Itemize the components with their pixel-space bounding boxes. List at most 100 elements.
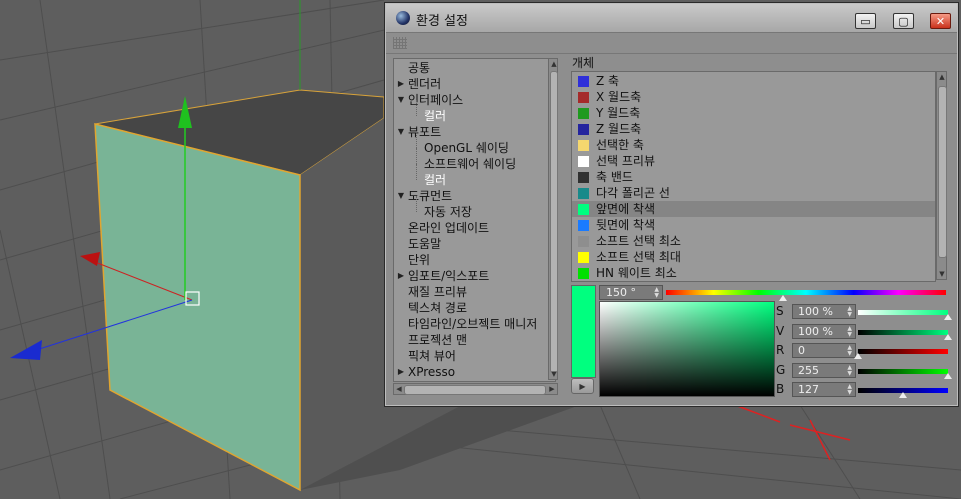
color-swatch xyxy=(578,236,589,247)
spinner-icon[interactable]: ▲ ▼ xyxy=(847,345,852,357)
picker-mode-button[interactable]: ▶ xyxy=(571,378,594,394)
param-label: R xyxy=(776,343,785,357)
tree-item[interactable]: 픽쳐 뷰어 xyxy=(408,348,456,364)
spinner-icon[interactable]: ▲ ▼ xyxy=(847,364,852,377)
color-swatch xyxy=(578,156,589,167)
scroll-down-icon[interactable]: ▼ xyxy=(937,269,947,279)
param-slider[interactable] xyxy=(858,329,948,335)
spinner-icon[interactable]: ▲ ▼ xyxy=(847,384,852,396)
param-slider[interactable] xyxy=(858,368,948,374)
param-input[interactable]: 255 ▲ ▼ xyxy=(792,362,856,378)
scroll-right-icon[interactable]: ▶ xyxy=(547,384,557,394)
close-button[interactable]: ✕ xyxy=(930,13,951,29)
tree-expanded-icon[interactable]: ▼ xyxy=(396,92,406,108)
tree-horizontal-scrollbar[interactable]: ◀ ▶ xyxy=(393,383,558,395)
color-list-scrollbar[interactable]: ▲ ▼ xyxy=(936,71,947,280)
tree-item[interactable]: 렌더러 xyxy=(408,76,441,92)
color-list-item[interactable]: 다각 폴리곤 선 xyxy=(572,185,935,201)
tree-item[interactable]: OpenGL 쉐이딩 xyxy=(424,140,509,156)
tree-item[interactable]: 타임라인/오브젝트 매니저 xyxy=(408,316,537,332)
param-slider-marker[interactable] xyxy=(944,372,952,379)
scroll-left-icon[interactable]: ◀ xyxy=(394,384,404,394)
param-label: S xyxy=(776,304,784,318)
title-bar[interactable]: 환경 설정 ▭ ▢ ✕ xyxy=(386,4,957,33)
close-icon: ✕ xyxy=(935,14,946,28)
color-item-label: 소프트 선택 최대 xyxy=(596,250,681,264)
tree-item[interactable]: 온라인 업데이트 xyxy=(408,220,489,236)
color-list-item[interactable]: 축 밴드 xyxy=(572,169,935,185)
param-slider-marker[interactable] xyxy=(944,314,952,320)
tree-item[interactable]: 프로젝션 맨 xyxy=(408,332,467,348)
spinner-icon[interactable]: ▲ ▼ xyxy=(847,325,852,338)
tree-hscroll-thumb[interactable] xyxy=(404,385,546,395)
tree-expanded-icon[interactable]: ▼ xyxy=(396,124,406,140)
param-slider[interactable] xyxy=(858,310,948,315)
color-list-item[interactable]: 뒷면에 착색 xyxy=(572,217,935,233)
tree-item[interactable]: 텍스쳐 경로 xyxy=(408,300,467,316)
spinner-icon[interactable]: ▲ ▼ xyxy=(847,306,852,318)
param-slider-marker[interactable] xyxy=(898,392,907,398)
tree-item[interactable]: 컬러 xyxy=(424,108,446,124)
section-label: 개체 xyxy=(572,56,595,70)
tree-collapsed-icon[interactable]: ▶ xyxy=(396,76,406,92)
param-input[interactable]: 100 % ▲ ▼ xyxy=(792,323,856,339)
restore-icon: ▢ xyxy=(898,14,909,28)
spinner-icon[interactable]: ▲ ▼ xyxy=(654,287,659,299)
color-list-item[interactable]: 소프트 선택 최대 xyxy=(572,249,935,265)
param-slider-marker[interactable] xyxy=(944,333,952,340)
color-list-item[interactable]: Y 월드축 xyxy=(572,105,935,121)
param-input[interactable]: 127 ▲ ▼ xyxy=(792,382,856,397)
color-list-item[interactable]: 소프트 선택 최소 xyxy=(572,233,935,249)
tree-item[interactable]: 컬러 xyxy=(424,172,446,188)
param-value: 0 xyxy=(798,344,805,357)
tree-item[interactable]: 임포트/익스포트 xyxy=(408,268,489,284)
object-color-list[interactable]: Z 축 X 월드축 Y 월드축 Z 월드축 선택한 축 선택 프리뷰 축 밴드 다각 폴리곤 … xyxy=(571,71,936,282)
color-list-item[interactable]: X 월드축 xyxy=(572,89,935,105)
color-swatch xyxy=(578,204,589,215)
param-input[interactable]: 100 % ▲ ▼ xyxy=(792,304,856,319)
tree-item[interactable]: 단위 xyxy=(408,252,430,268)
tree-collapsed-icon[interactable]: ▶ xyxy=(396,268,406,284)
color-item-label: Z 축 xyxy=(596,74,620,88)
tree-vertical-scrollbar[interactable]: ▲ ▼ xyxy=(548,58,558,380)
tree-item[interactable]: 컨텐츠 브라우저 xyxy=(408,380,489,381)
tree-scroll-thumb[interactable] xyxy=(550,71,558,373)
hue-slider[interactable] xyxy=(666,290,946,295)
window-title: 환경 설정 xyxy=(416,14,468,29)
color-list-item[interactable]: Z 월드축 xyxy=(572,121,935,137)
color-list-item[interactable]: 선택한 축 xyxy=(572,137,935,153)
color-list-item[interactable]: 선택 프리뷰 xyxy=(572,153,935,169)
color-swatch xyxy=(578,172,589,183)
tree-item[interactable]: 뷰포트 xyxy=(408,124,441,140)
tree-item[interactable]: 자동 저장 xyxy=(424,204,472,220)
param-value: 100 % xyxy=(798,324,833,338)
tree-item[interactable]: 재질 프리뷰 xyxy=(408,284,467,300)
panel-grip-icon[interactable] xyxy=(393,37,407,49)
scroll-up-icon[interactable]: ▲ xyxy=(549,59,559,69)
param-slider[interactable] xyxy=(858,349,948,354)
param-slider-marker[interactable] xyxy=(854,353,862,359)
saturation-value-picker[interactable] xyxy=(599,301,775,397)
hue-input[interactable]: 150 ° ▲ ▼ xyxy=(599,285,663,300)
color-list-item[interactable]: Z 축 xyxy=(572,73,935,89)
tree-item[interactable]: 공통 xyxy=(408,60,430,76)
scroll-down-icon[interactable]: ▼ xyxy=(549,369,559,379)
color-swatch xyxy=(578,108,589,119)
tree-item[interactable]: 도움말 xyxy=(408,236,441,252)
tree-item[interactable]: XPresso xyxy=(408,364,455,380)
color-list-item[interactable]: HN 웨이트 최소 xyxy=(572,265,935,281)
tree-expanded-icon[interactable]: ▼ xyxy=(396,188,406,204)
restore-button[interactable]: ▢ xyxy=(893,13,914,29)
hue-slider-marker[interactable] xyxy=(778,295,787,301)
color-list-item[interactable]: 앞면에 착색 xyxy=(572,201,935,217)
scroll-up-icon[interactable]: ▲ xyxy=(937,72,947,82)
color-swatch xyxy=(578,76,589,87)
minimize-button[interactable]: ▭ xyxy=(855,13,876,29)
preferences-tree[interactable]: 공통 ▶ 렌더러 ▼ 인터페이스 컬러 ▼ 뷰포트 OpenGL 쉐이딩 소프트웨어 쉐이딩 컬러 ▼… xyxy=(393,58,556,382)
tree-item[interactable]: 도큐먼트 xyxy=(408,188,452,204)
tree-collapsed-icon[interactable]: ▶ xyxy=(396,364,406,380)
param-input[interactable]: 0 ▲ ▼ xyxy=(792,343,856,358)
color-list-scroll-thumb[interactable] xyxy=(938,86,947,258)
tree-item[interactable]: 소프트웨어 쉐이딩 xyxy=(424,156,516,172)
color-swatch xyxy=(578,92,589,103)
